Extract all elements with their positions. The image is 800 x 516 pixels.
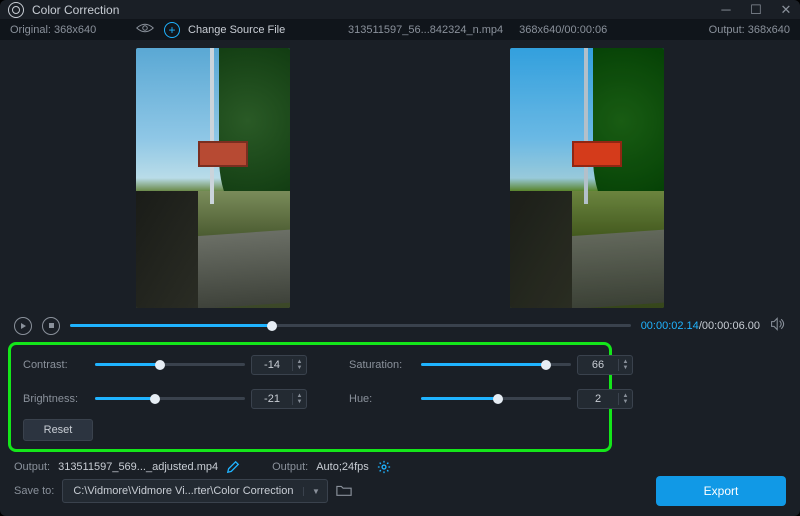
minimize-button[interactable]: ─ (720, 4, 732, 16)
chevron-down-icon[interactable]: ▼ (303, 487, 327, 496)
timecode: 00:00:02.14/00:00:06.00 (641, 320, 760, 332)
saturation-value[interactable]: 66▲▼ (577, 355, 633, 375)
original-preview (136, 48, 290, 308)
hue-slider[interactable] (421, 397, 571, 400)
reset-button[interactable]: Reset (23, 419, 93, 441)
brightness-value[interactable]: -21▲▼ (251, 389, 307, 409)
change-source-button[interactable]: + Change Source File (164, 22, 285, 38)
output-preview (510, 48, 664, 308)
export-button[interactable]: Export (656, 476, 786, 506)
window-title: Color Correction (32, 3, 119, 17)
open-folder-icon[interactable] (336, 483, 352, 500)
plus-icon: + (164, 22, 180, 38)
output-row: Output: 313511597_569..._adjusted.mp4 Ou… (0, 458, 800, 476)
source-dims-time: 368x640/00:00:06 (519, 24, 607, 36)
info-bar: Original: 368x640 + Change Source File 3… (0, 20, 800, 40)
output-dimensions: Output: 368x640 (670, 24, 800, 36)
contrast-value[interactable]: -14▲▼ (251, 355, 307, 375)
saturation-slider[interactable] (421, 363, 571, 366)
output-filename-label: Output: (14, 461, 50, 473)
brightness-label: Brightness: (23, 393, 89, 405)
change-source-label: Change Source File (188, 24, 285, 36)
brightness-slider[interactable] (95, 397, 245, 400)
contrast-slider[interactable] (95, 363, 245, 366)
play-button[interactable] (14, 317, 32, 335)
save-path-dropdown[interactable]: C:\Vidmore\Vidmore Vi...rter\Color Corre… (62, 479, 328, 503)
save-to-label: Save to: (14, 485, 54, 497)
output-settings-icon[interactable] (377, 460, 391, 474)
timeline-slider[interactable] (70, 324, 631, 327)
brightness-down-icon[interactable]: ▼ (293, 399, 306, 405)
preview-area (0, 40, 800, 316)
save-path-text: C:\Vidmore\Vidmore Vi...rter\Color Corre… (63, 485, 303, 497)
hue-value[interactable]: 2▲▼ (577, 389, 633, 409)
original-dimensions: Original: 368x640 (0, 24, 130, 36)
hue-down-icon[interactable]: ▼ (619, 399, 632, 405)
saturation-label: Saturation: (349, 359, 415, 371)
close-button[interactable]: ✕ (780, 4, 792, 16)
timeline-bar: 00:00:02.14/00:00:06.00 (0, 316, 800, 336)
saturation-down-icon[interactable]: ▼ (619, 365, 632, 371)
app-logo-icon (8, 2, 24, 18)
preview-eye-icon[interactable] (136, 22, 154, 37)
bottom-bar: Save to: C:\Vidmore\Vidmore Vi...rter\Co… (0, 476, 800, 516)
source-filename: 313511597_56...842324_n.mp4 (348, 24, 503, 36)
output-format: Auto;24fps (316, 461, 369, 473)
stop-button[interactable] (42, 317, 60, 335)
output-filename: 313511597_569..._adjusted.mp4 (58, 461, 218, 473)
edit-filename-icon[interactable] (226, 460, 240, 474)
contrast-label: Contrast: (23, 359, 89, 371)
contrast-down-icon[interactable]: ▼ (293, 365, 306, 371)
color-controls-panel: Contrast: -14▲▼ Saturation: 66▲▼ Brightn… (8, 342, 612, 452)
titlebar: Color Correction ─ ☐ ✕ (0, 0, 800, 20)
hue-label: Hue: (349, 393, 415, 405)
volume-icon[interactable] (770, 317, 786, 334)
output-format-label: Output: (272, 461, 308, 473)
maximize-button[interactable]: ☐ (750, 4, 762, 16)
